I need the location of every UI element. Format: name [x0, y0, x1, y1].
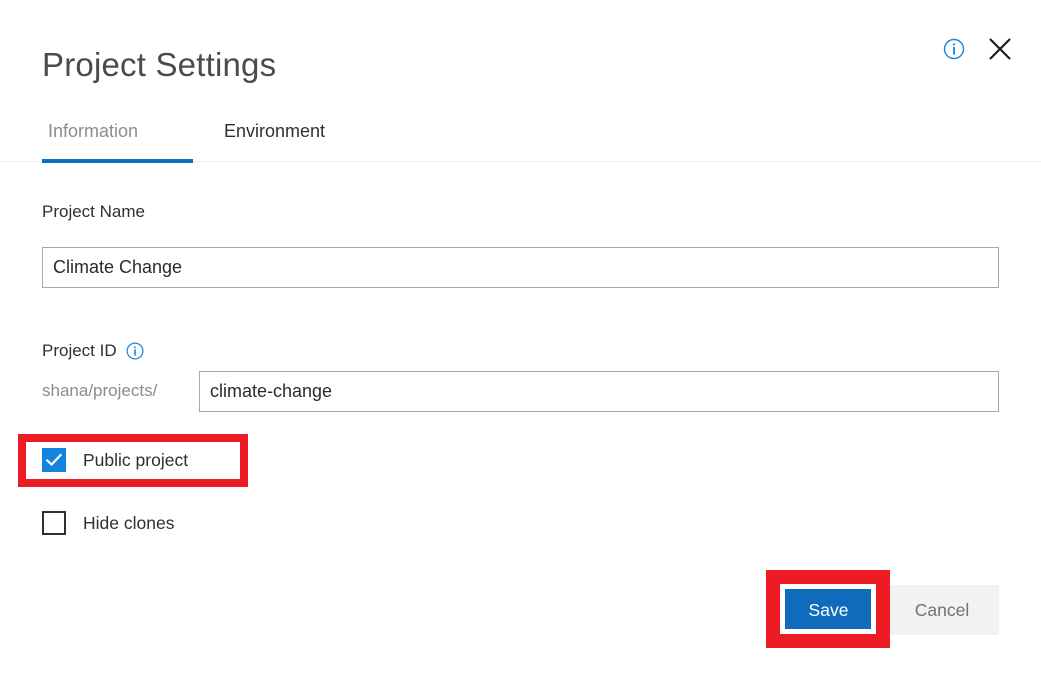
project-name-input[interactable]: [42, 247, 999, 288]
project-id-prefix: shana/projects/: [42, 381, 158, 400]
project-settings-dialog: Project Settings Information Environment…: [0, 0, 1041, 677]
tab-bar: Information Environment: [0, 118, 1041, 162]
hide-clones-label: Hide clones: [83, 512, 175, 533]
page-title: Project Settings: [42, 46, 277, 83]
info-circle-icon: [943, 38, 965, 60]
tab-information[interactable]: Information: [42, 118, 144, 161]
cancel-button[interactable]: Cancel: [885, 585, 999, 635]
close-x-icon: [989, 38, 1011, 60]
checkmark-icon: [45, 453, 63, 467]
project-id-input[interactable]: [199, 371, 999, 412]
project-id-label-group: Project ID: [42, 341, 144, 361]
save-button[interactable]: Save: [782, 585, 875, 635]
tab-environment[interactable]: Environment: [218, 118, 331, 161]
public-project-checkbox[interactable]: [42, 448, 66, 472]
project-name-label: Project Name: [42, 202, 145, 221]
hide-clones-checkbox-row[interactable]: Hide clones: [42, 511, 174, 535]
dialog-header-icons: [943, 36, 1013, 62]
public-project-checkbox-row[interactable]: Public project: [42, 448, 188, 472]
info-circle-icon[interactable]: [126, 342, 144, 360]
project-id-label: Project ID: [42, 341, 117, 360]
close-button[interactable]: [987, 36, 1013, 62]
hide-clones-checkbox[interactable]: [42, 511, 66, 535]
active-tab-indicator: [42, 159, 193, 163]
info-icon[interactable]: [943, 38, 965, 60]
public-project-label: Public project: [83, 449, 189, 470]
